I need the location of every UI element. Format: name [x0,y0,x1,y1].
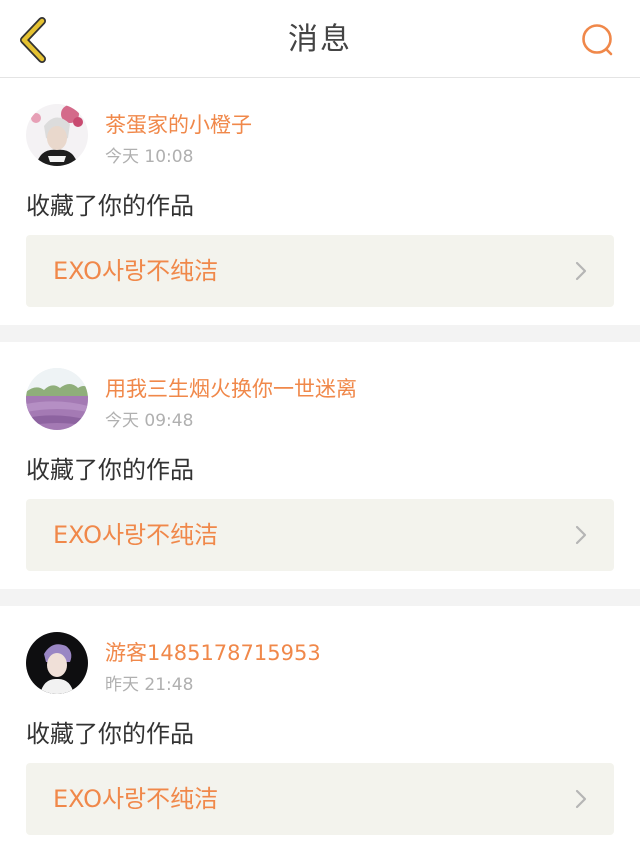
avatar-portrait-icon [26,632,88,694]
message-card: 用我三生烟火换你一世迷离 今天 09:48 收藏了你的作品 EXO사랑不纯洁 [0,342,640,589]
work-link[interactable]: EXO사랑不纯洁 [26,235,614,307]
avatar-portrait-icon [26,104,88,166]
chevron-right-icon [575,261,587,281]
work-title: EXO사랑不纯洁 [53,521,219,549]
top-bar: 消息 [0,0,640,78]
action-text: 收藏了你的作品 [26,456,194,484]
search-icon [582,24,613,56]
page-title: 消息 [288,22,352,57]
avatar-lavender-field-icon [26,368,88,430]
timestamp: 今天 10:08 [105,147,194,167]
action-text: 收藏了你的作品 [26,720,194,748]
avatar[interactable] [26,368,88,430]
action-text: 收藏了你的作品 [26,192,194,220]
avatar[interactable] [26,104,88,166]
timestamp: 今天 09:48 [105,411,194,431]
work-title: EXO사랑不纯洁 [53,257,219,285]
timestamp: 昨天 21:48 [105,675,194,695]
message-card: 茶蛋家的小橙子 今天 10:08 收藏了你的作品 EXO사랑不纯洁 [0,78,640,325]
username[interactable]: 茶蛋家的小橙子 [105,109,252,139]
message-card: 游客1485178715953 昨天 21:48 收藏了你的作品 EXO사랑不纯… [0,606,640,853]
username[interactable]: 游客1485178715953 [105,637,321,667]
work-title: EXO사랑不纯洁 [53,785,219,813]
work-link[interactable]: EXO사랑不纯洁 [26,499,614,571]
message-list: 茶蛋家的小橙子 今天 10:08 收藏了你的作品 EXO사랑不纯洁 用我三生烟火… [0,78,640,853]
work-link[interactable]: EXO사랑不纯洁 [26,763,614,835]
chevron-right-icon [575,525,587,545]
username[interactable]: 用我三生烟火换你一世迷离 [105,373,357,403]
search-button[interactable] [578,20,618,60]
chevron-right-icon [575,789,587,809]
avatar[interactable] [26,632,88,694]
